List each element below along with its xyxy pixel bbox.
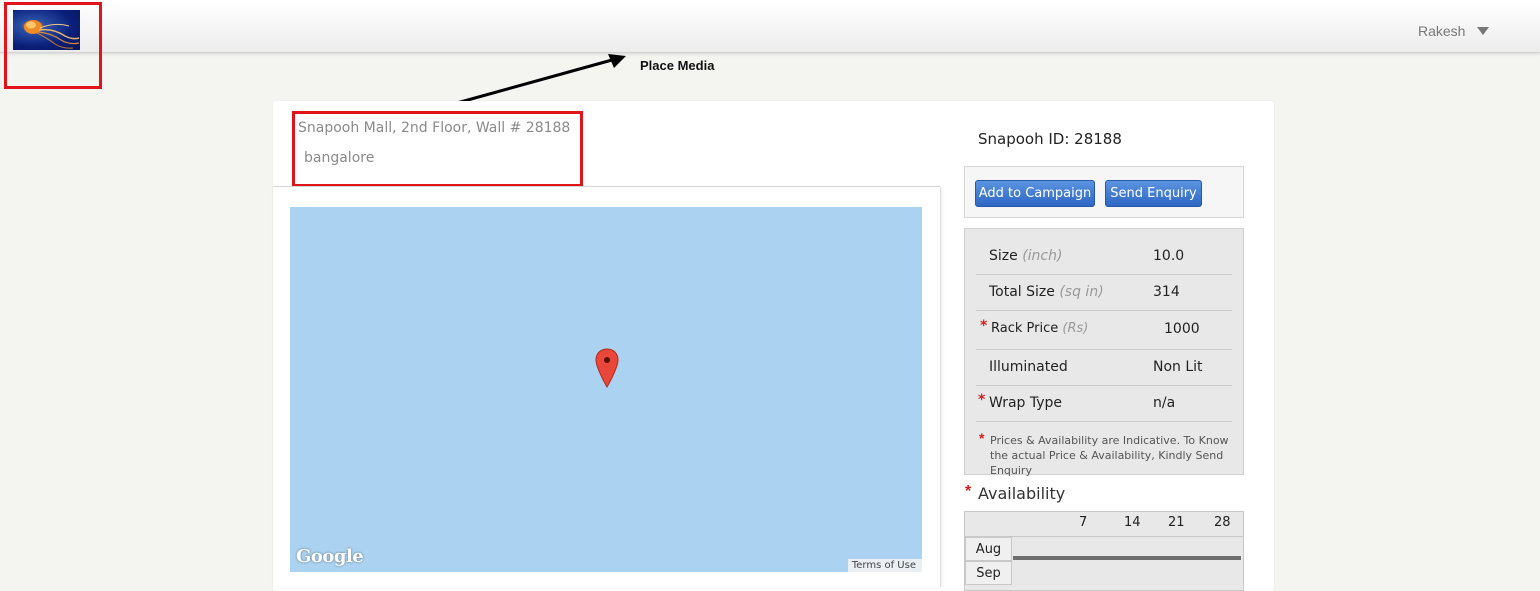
required-marker: * — [978, 392, 986, 408]
availability-title: Availability — [978, 484, 1066, 503]
availability-bar — [1013, 556, 1241, 560]
spec-value: 314 — [1153, 284, 1180, 300]
address-highlight-box — [292, 111, 583, 187]
spec-unit: (sq in) — [1059, 284, 1104, 300]
send-enquiry-button[interactable]: Send Enquiry — [1105, 180, 1202, 207]
top-navigation-bar: Rakesh — [0, 0, 1540, 53]
snapooh-id: Snapooh ID: 28188 — [978, 130, 1122, 148]
day-label: 28 — [1214, 515, 1231, 530]
logo-highlight-box — [4, 2, 102, 89]
add-to-campaign-button[interactable]: Add to Campaign — [975, 180, 1095, 207]
map-view[interactable]: Google Terms of Use — [290, 207, 922, 572]
required-marker: * — [980, 318, 988, 334]
spec-row-wrap-type: * Wrap Type n/a — [976, 392, 1232, 422]
day-label: 14 — [1124, 515, 1141, 530]
availability-header — [964, 511, 1244, 537]
spec-label: Size — [989, 248, 1018, 264]
terms-of-use-link[interactable]: Terms of Use — [847, 559, 922, 572]
google-logo: Google — [296, 546, 364, 567]
spec-label: Rack Price — [991, 321, 1059, 336]
spec-unit: (Rs) — [1062, 321, 1089, 336]
spec-row-rack-price: * Rack Price (Rs) 1000 — [976, 318, 1232, 350]
day-label: 7 — [1079, 515, 1088, 530]
spec-value: Non Lit — [1153, 359, 1203, 375]
spec-label: Illuminated — [989, 359, 1068, 375]
required-marker: * — [979, 430, 985, 446]
pricing-note: Prices & Availability are Indicative. To… — [990, 434, 1229, 477]
spec-label: Total Size — [989, 284, 1055, 300]
required-marker: * — [965, 483, 972, 500]
chevron-down-icon — [1477, 27, 1490, 35]
spec-value: 10.0 — [1153, 248, 1185, 264]
spec-row-size: Size (inch) 10.0 — [976, 247, 1232, 275]
spec-row-illuminated: Illuminated Non Lit — [976, 358, 1232, 386]
month-label-sep: Sep — [965, 561, 1012, 585]
spec-value: 1000 — [1164, 321, 1200, 337]
spec-label: Wrap Type — [989, 395, 1063, 411]
spec-value: n/a — [1153, 395, 1176, 411]
annotation-label: Place Media — [640, 58, 715, 73]
user-name: Rakesh — [1418, 23, 1466, 39]
month-label-aug: Aug — [965, 537, 1012, 561]
map-pin-icon[interactable] — [595, 348, 619, 388]
spec-unit: (inch) — [1022, 248, 1063, 264]
day-label: 21 — [1168, 515, 1185, 530]
spec-row-total-size: Total Size (sq in) 314 — [976, 283, 1232, 311]
user-menu[interactable]: Rakesh — [1418, 21, 1490, 41]
